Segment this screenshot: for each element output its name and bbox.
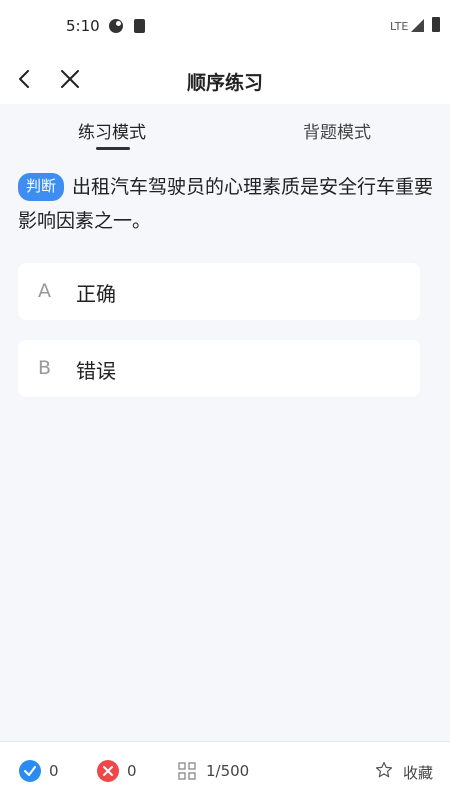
grid-icon[interactable] bbox=[178, 762, 196, 780]
bottom-bar: 0 0 1/500 收藏 bbox=[0, 741, 450, 800]
option-letter: A bbox=[38, 280, 51, 302]
star-icon[interactable] bbox=[375, 761, 393, 779]
network-type: LTE bbox=[390, 20, 409, 33]
correct-count: 0 bbox=[49, 762, 59, 780]
tab-recite-mode[interactable]: 背题模式 bbox=[303, 118, 371, 143]
option-a[interactable]: A 正确 bbox=[18, 263, 420, 320]
x-circle-icon bbox=[97, 760, 119, 782]
data-saver-icon bbox=[109, 19, 123, 33]
tab-practice-mode[interactable]: 练习模式 bbox=[78, 118, 146, 143]
option-b[interactable]: B 错误 bbox=[18, 340, 420, 397]
option-text: 正确 bbox=[76, 282, 116, 306]
signal-icon bbox=[411, 19, 424, 32]
option-letter: B bbox=[38, 357, 52, 379]
question-progress[interactable]: 1/500 bbox=[206, 762, 249, 780]
status-time: 5:10 bbox=[66, 17, 100, 35]
status-bar: 5:10 LTE bbox=[0, 0, 450, 54]
check-circle-icon bbox=[19, 760, 41, 782]
favorite-button[interactable]: 收藏 bbox=[403, 762, 433, 783]
page-title: 顺序练习 bbox=[186, 72, 263, 94]
question-text: 出租汽车驾驶员的心理素质是安全行车重要影响因素之一。 bbox=[18, 176, 434, 232]
top-nav-bar: 顺序练习 bbox=[0, 54, 450, 104]
battery-icon bbox=[432, 17, 440, 32]
option-text: 错误 bbox=[76, 359, 116, 383]
mode-tabs: 练习模式 背题模式 bbox=[0, 104, 450, 152]
question-block: 判断 出租汽车驾驶员的心理素质是安全行车重要影响因素之一。 bbox=[18, 170, 438, 238]
question-type-badge: 判断 bbox=[18, 173, 65, 201]
wrong-count: 0 bbox=[127, 762, 137, 780]
sd-card-icon bbox=[134, 19, 145, 33]
active-tab-indicator bbox=[96, 147, 130, 150]
